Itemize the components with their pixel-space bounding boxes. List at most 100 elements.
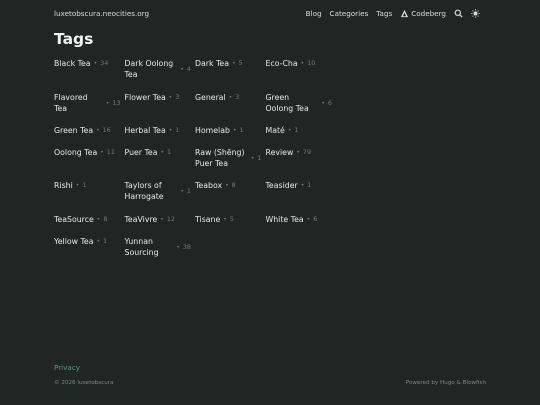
tag-separator: • xyxy=(180,187,184,195)
tag-separator: • xyxy=(160,216,164,223)
tag-separator: • xyxy=(228,94,233,101)
tag-count: 1 xyxy=(186,186,191,195)
tag-count: 5 xyxy=(238,59,243,67)
tag-item[interactable]: Dark Oolong Tea • 4 xyxy=(125,58,196,92)
tag-count: 3 xyxy=(175,93,180,101)
powered-by[interactable]: Powered by Hugo & Blowfish xyxy=(406,380,486,386)
search-icon[interactable] xyxy=(454,9,463,18)
tag-item[interactable]: Eco-Cha • 10 xyxy=(266,58,337,92)
tag-count: 1 xyxy=(175,126,180,134)
tag-name: Green Oolong Tea xyxy=(265,93,309,113)
tag-count: 79 xyxy=(302,148,312,156)
tag-separator: • xyxy=(300,60,305,67)
tag-name: Review xyxy=(265,148,294,157)
tag-count: 8 xyxy=(103,215,108,223)
tag-name: Teabox xyxy=(195,181,223,190)
tag-name: Oolong Tea xyxy=(54,148,98,157)
tag-separator: • xyxy=(180,65,184,73)
tag-name: Rishi xyxy=(54,181,73,190)
tag-count: 11 xyxy=(106,148,115,156)
tag-item[interactable]: TeaVivre • 12 xyxy=(125,214,196,236)
tag-item[interactable]: Black Tea • 34 xyxy=(54,58,125,92)
tag-list: Black Tea • 34 Dark Oolong Tea • 4 Dark Tea • 5 E… xyxy=(54,58,344,266)
tag-name: Herbal Tea xyxy=(124,126,166,135)
tag-count: 10 xyxy=(307,59,316,67)
nav-categories[interactable]: Categories xyxy=(330,9,369,18)
tag-item[interactable]: Herbal Tea • 1 xyxy=(125,125,196,147)
tag-separator: • xyxy=(300,182,305,189)
tag-name: White Tea xyxy=(265,215,304,224)
tag-separator: • xyxy=(232,127,237,134)
tag-item[interactable]: Teasider • 1 xyxy=(266,180,337,214)
codeberg-icon xyxy=(400,9,409,18)
tag-separator: • xyxy=(223,216,227,223)
tag-item[interactable]: Flavored Tea • 13 xyxy=(54,92,125,125)
tag-count: 1 xyxy=(103,237,108,245)
tag-item[interactable]: Raw (Shēng) Puer Tea • 1 xyxy=(195,147,266,180)
tag-count: 1 xyxy=(307,181,312,189)
tag-item[interactable]: Oolong Tea • 11 xyxy=(54,147,125,180)
tag-item[interactable]: Yunnan Sourcing • 38 xyxy=(125,236,196,266)
tag-separator: • xyxy=(96,216,101,223)
tag-name: Eco-Cha xyxy=(265,59,298,68)
tag-name: Homelab xyxy=(195,126,230,135)
copyright: © 2026 luxetobscura xyxy=(54,380,114,386)
tag-item[interactable]: Taylors of Harrogate • 1 xyxy=(125,180,196,214)
nav-tags[interactable]: Tags xyxy=(376,9,392,18)
tag-name: Dark Oolong Tea xyxy=(124,59,174,79)
tag-name: Raw (Shēng) Puer Tea xyxy=(195,148,245,168)
tag-item[interactable]: Dark Tea • 5 xyxy=(195,58,266,92)
tag-count: 6 xyxy=(313,215,318,223)
tag-item[interactable]: Maté • 1 xyxy=(266,125,337,147)
tag-item[interactable]: Teabox • 8 xyxy=(195,180,266,214)
tag-count: 1 xyxy=(82,181,87,189)
tag-count: 12 xyxy=(166,215,175,223)
tag-name: Puer Tea xyxy=(124,148,158,157)
tag-count: 16 xyxy=(102,126,111,134)
tag-name: Taylors of Harrogate xyxy=(124,181,164,201)
privacy-link[interactable]: Privacy xyxy=(54,363,80,372)
tag-item[interactable]: Tisane • 5 xyxy=(195,214,266,236)
tag-item[interactable]: Rishi • 1 xyxy=(54,180,125,214)
tag-item[interactable]: TeaSource • 8 xyxy=(54,214,125,236)
tag-count: 1 xyxy=(239,126,244,134)
tag-item[interactable]: Green Tea • 16 xyxy=(54,125,125,147)
tag-separator: • xyxy=(93,60,98,67)
site-title-link[interactable]: luxetobscura.neocities.org xyxy=(54,9,149,18)
tag-count: 8 xyxy=(231,181,236,189)
tag-separator: • xyxy=(168,94,173,101)
tag-item[interactable]: Review • 79 xyxy=(266,147,337,180)
site-header: luxetobscura.neocities.org Blog Categori… xyxy=(54,6,480,20)
tag-count: 13 xyxy=(112,98,121,107)
tag-name: Dark Tea xyxy=(195,59,229,68)
tag-separator: • xyxy=(225,182,229,189)
tag-count: 1 xyxy=(167,148,172,156)
tag-separator: • xyxy=(96,127,100,134)
tag-separator: • xyxy=(306,216,311,223)
tag-count: 4 xyxy=(186,64,191,73)
theme-toggle-icon[interactable] xyxy=(471,8,480,18)
tag-count: 1 xyxy=(257,153,262,162)
tag-name: Yellow Tea xyxy=(54,237,94,246)
nav-codeberg[interactable]: Codeberg xyxy=(400,9,446,18)
tag-name: Green Tea xyxy=(54,126,94,135)
page-title: Tags xyxy=(54,30,94,48)
tag-item[interactable]: Homelab • 1 xyxy=(195,125,266,147)
tag-name: Black Tea xyxy=(54,59,91,68)
tag-item[interactable]: Puer Tea • 1 xyxy=(125,147,196,180)
nav-codeberg-label: Codeberg xyxy=(411,8,446,18)
tag-count: 6 xyxy=(327,98,332,107)
tag-item[interactable]: Flower Tea • 3 xyxy=(125,92,196,125)
tag-separator: • xyxy=(250,154,255,162)
tag-separator: • xyxy=(105,99,110,107)
tag-separator: • xyxy=(96,238,101,245)
tag-item[interactable]: Yellow Tea • 1 xyxy=(54,236,125,266)
main-nav: Blog Categories Tags Codeberg xyxy=(306,9,480,18)
tag-count: 1 xyxy=(294,126,299,134)
tag-item[interactable]: White Tea • 6 xyxy=(266,214,337,236)
tag-item[interactable]: Green Oolong Tea • 6 xyxy=(266,92,337,125)
nav-blog[interactable]: Blog xyxy=(306,9,322,18)
tag-separator: • xyxy=(321,99,325,107)
tag-item[interactable]: General • 3 xyxy=(195,92,266,125)
tag-name: Flavored Tea xyxy=(54,93,88,113)
